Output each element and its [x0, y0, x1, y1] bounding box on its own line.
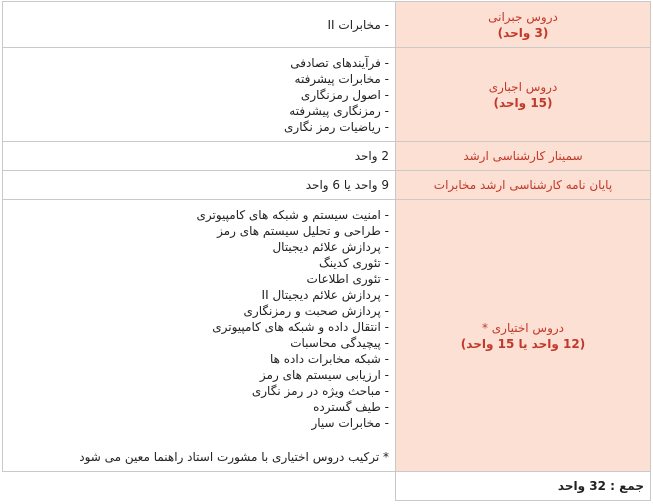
label-text: دروس جبرانی: [488, 9, 558, 24]
table-row: سمینار کارشناسی ارشد 2 واحد: [2, 141, 651, 171]
list-item: تئوری اطلاعات: [9, 271, 389, 287]
label-text: سمینار کارشناسی ارشد: [463, 149, 583, 163]
list-item: فرآیندهای تصادفی: [9, 55, 389, 71]
label-text: دروس اجباری: [488, 79, 558, 94]
list-item: رمزنگاری پیشرفته: [9, 103, 389, 119]
row-content-compensatory: مخابرات II: [2, 1, 396, 48]
list-item: مخابرات پیشرفته: [9, 71, 389, 87]
total-units: جمع : 32 واحد: [395, 471, 651, 501]
list-item: مباحث ویژه در رمز نگاری: [9, 383, 389, 399]
row-value-thesis: 9 واحد یا 6 واحد: [2, 170, 396, 200]
label-text: دروس اختیاری *: [481, 320, 565, 335]
list-item: شبکه مخابرات داده ها: [9, 351, 389, 367]
list-item: طراحی و تحلیل سیستم های رمز: [9, 223, 389, 239]
row-value-seminar: 2 واحد: [2, 141, 396, 171]
list-item: اصول رمزنگاری: [9, 87, 389, 103]
empty-cell: [3, 472, 396, 501]
list-item: امنیت سیستم و شبکه های کامپیوتری: [9, 207, 389, 223]
list-item: تئوری کدینگ: [9, 255, 389, 271]
list-item: ارزیابی سیستم های رمز: [9, 367, 389, 383]
row-label-elective: دروس اختیاری * (12 واحد یا 15 واحد): [395, 199, 651, 472]
table-row: جمع : 32 واحد: [3, 471, 651, 501]
table-row: دروس اختیاری * (12 واحد یا 15 واحد) امنی…: [2, 199, 651, 472]
list-item: پردازش علائم دیجیتال: [9, 239, 389, 255]
list-item: پردازش صحبت و رمزنگاری: [9, 303, 389, 319]
table-row: دروس اجباری (15 واحد) فرآیندهای تصادفی م…: [2, 47, 651, 142]
table-row: پایان نامه کارشناسی ارشد مخابرات 9 واحد …: [2, 170, 651, 200]
label-text: پایان نامه کارشناسی ارشد مخابرات: [433, 178, 613, 192]
list-item: مخابرات II: [9, 17, 389, 33]
curriculum-table: دروس جبرانی (3 واحد) مخابرات II دروس اجب…: [2, 1, 651, 501]
list-item: مخابرات سیار: [9, 415, 389, 431]
elective-note: * ترکیب دروس اختیاری با مشورت استاد راهن…: [79, 449, 389, 464]
list-item: ریاضیات رمز نگاری: [9, 119, 389, 135]
row-content-elective: امنیت سیستم و شبکه های کامپیوتری طراحی و…: [2, 199, 396, 472]
row-label-mandatory: دروس اجباری (15 واحد): [395, 47, 651, 142]
list-item: پیچیدگی محاسبات: [9, 335, 389, 351]
table-row: دروس جبرانی (3 واحد) مخابرات II: [2, 1, 651, 48]
list-item: انتقال داده و شبکه های کامپیوتری: [9, 319, 389, 335]
units-text: (3 واحد): [497, 25, 549, 40]
row-label-compensatory: دروس جبرانی (3 واحد): [395, 1, 651, 48]
list-item: پردازش علائم دیجیتال II: [9, 287, 389, 303]
row-label-seminar: سمینار کارشناسی ارشد: [395, 141, 651, 171]
units-text: (15 واحد): [493, 95, 553, 110]
row-label-thesis: پایان نامه کارشناسی ارشد مخابرات: [395, 170, 651, 200]
list-item: طیف گسترده: [9, 399, 389, 415]
units-text: (12 واحد یا 15 واحد): [460, 336, 586, 351]
row-content-mandatory: فرآیندهای تصادفی مخابرات پیشرفته اصول رم…: [2, 47, 396, 142]
